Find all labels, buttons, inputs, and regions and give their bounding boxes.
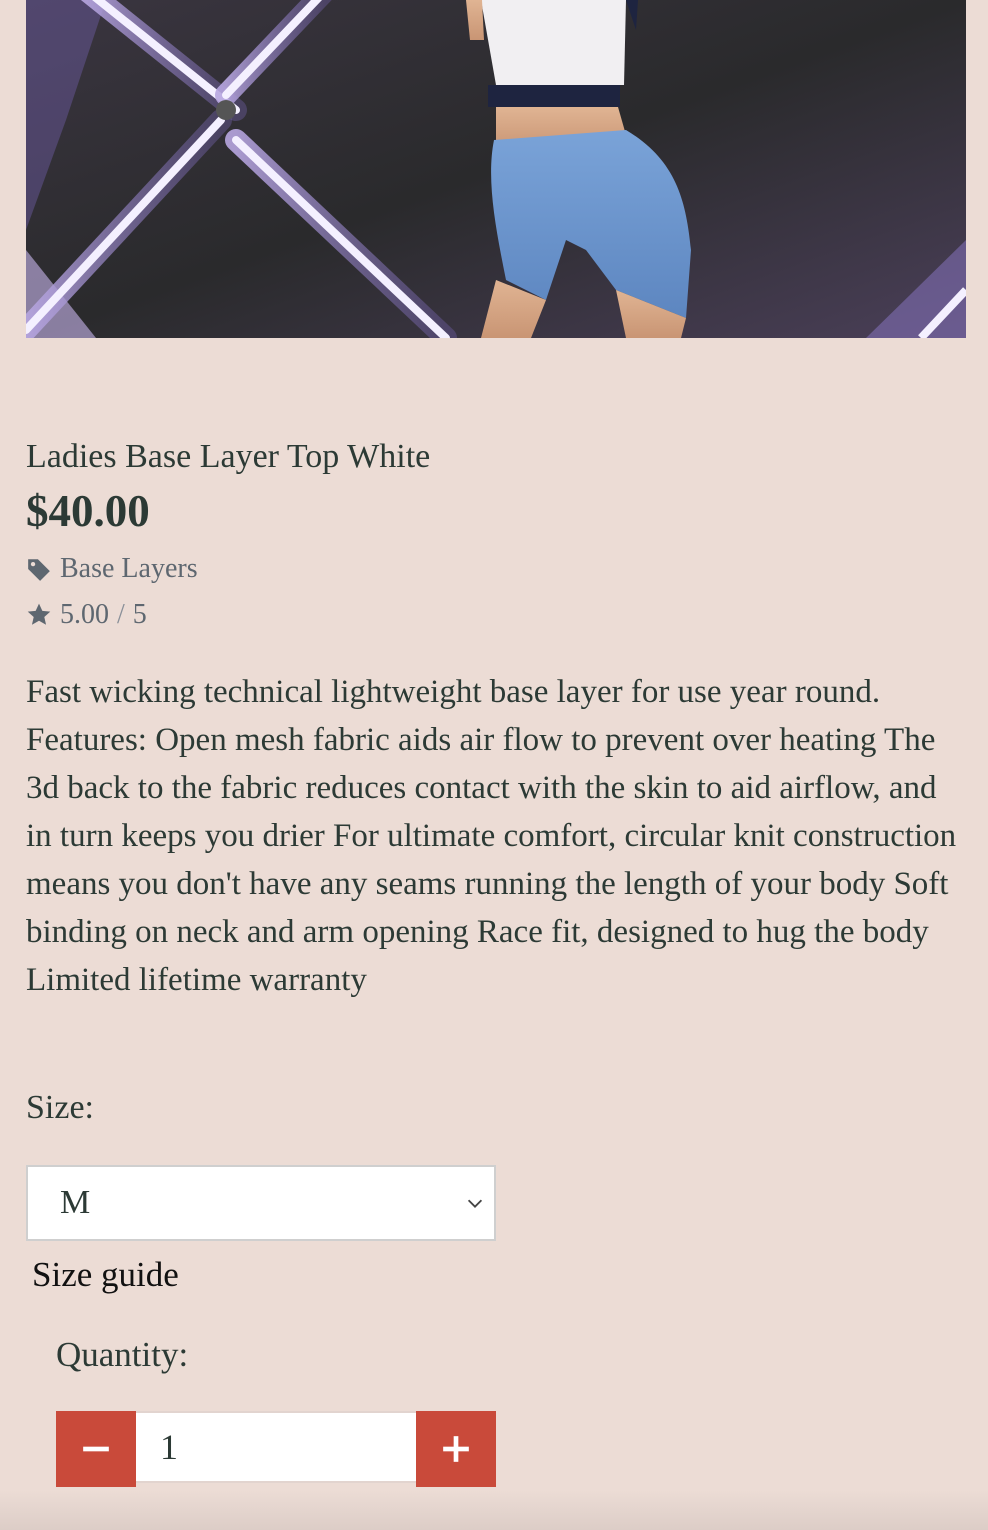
- rating-separator: /: [117, 599, 125, 630]
- size-label: Size:: [26, 1089, 94, 1126]
- minus-icon: [83, 1446, 109, 1452]
- bottom-fade: [0, 1490, 988, 1530]
- product-category: Base Layers: [26, 550, 198, 588]
- product-title: Ladies Base Layer Top White: [26, 438, 431, 475]
- category-link[interactable]: Base Layers: [60, 553, 198, 585]
- plus-icon: [443, 1436, 469, 1462]
- product-rating: 5.00 / 5: [26, 596, 147, 634]
- quantity-input[interactable]: 1: [136, 1411, 416, 1483]
- product-description: Fast wicking technical lightweight base …: [26, 674, 957, 998]
- decrease-quantity-button[interactable]: [56, 1411, 136, 1487]
- rating-value: 5.00: [60, 599, 109, 630]
- increase-quantity-button[interactable]: [416, 1411, 496, 1487]
- chevron-down-icon: [467, 1199, 483, 1208]
- quantity-label: Quantity:: [56, 1335, 189, 1374]
- quantity-stepper: 1: [56, 1411, 496, 1487]
- product-price: $40.00: [26, 486, 150, 536]
- tag-icon: [26, 556, 52, 582]
- product-image: [26, 0, 966, 338]
- size-guide-link[interactable]: Size guide: [32, 1252, 179, 1298]
- size-selected-value: M: [60, 1184, 91, 1221]
- size-select[interactable]: M: [26, 1165, 496, 1241]
- star-icon: [26, 602, 52, 628]
- rating-max: 5: [132, 599, 147, 630]
